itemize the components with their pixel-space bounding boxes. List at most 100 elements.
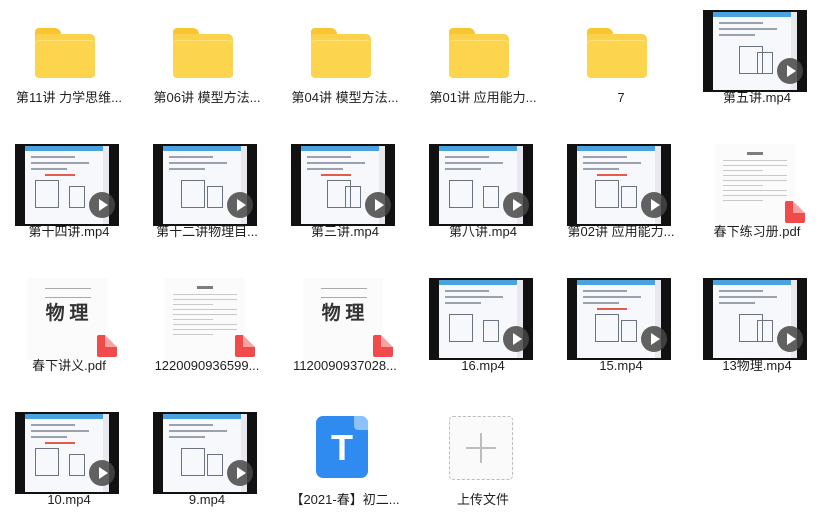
file-name: 上传文件 xyxy=(456,492,509,507)
folder-icon xyxy=(173,28,233,78)
file-item[interactable]: 物 理 1120090937028... xyxy=(276,268,414,398)
thumbnail-text-line xyxy=(307,162,365,164)
file-item[interactable]: 10.mp4 xyxy=(0,402,138,532)
video-play-icon[interactable] xyxy=(777,58,803,84)
file-item[interactable]: 第06讲 模型方法... xyxy=(138,0,276,130)
text-doc-icon: T xyxy=(316,416,368,478)
folder-icon xyxy=(587,28,647,78)
file-name: 1220090936599... xyxy=(154,358,260,373)
video-play-icon[interactable] xyxy=(641,192,667,218)
file-item[interactable]: 16.mp4 xyxy=(414,268,552,398)
thumbnail-header-bar xyxy=(439,146,523,151)
upload-box[interactable] xyxy=(449,416,513,480)
video-play-icon[interactable] xyxy=(503,192,529,218)
video-play-icon[interactable] xyxy=(777,326,803,352)
pdf-text-line xyxy=(723,180,787,181)
video-play-icon[interactable] xyxy=(503,326,529,352)
pdf-text-line xyxy=(173,294,237,295)
thumbnail-text-line xyxy=(307,168,343,170)
folder-front xyxy=(173,40,233,78)
pdf-text-line xyxy=(173,309,237,310)
pdf-page-preview xyxy=(715,144,795,226)
file-item[interactable]: 9.mp4 xyxy=(138,402,276,532)
pdf-page-heading xyxy=(197,286,213,289)
pdf-text-line xyxy=(173,329,237,330)
pdf-thumbnail xyxy=(703,144,807,226)
pdf-text-line xyxy=(723,175,787,176)
pdf-text-line xyxy=(723,200,763,201)
thumbnail-diagram xyxy=(181,448,205,476)
file-item[interactable]: 7 xyxy=(552,0,690,130)
pdf-icon xyxy=(235,335,255,357)
pdf-icon xyxy=(785,201,805,223)
thumbnail-highlight xyxy=(597,174,627,176)
folder-front xyxy=(35,40,95,78)
thumbnail-text-line xyxy=(583,156,627,158)
video-play-icon[interactable] xyxy=(641,326,667,352)
file-item[interactable]: 第04讲 模型方法... xyxy=(276,0,414,130)
file-name: 第06讲 模型方法... xyxy=(153,90,261,105)
pdf-text-line xyxy=(723,195,787,196)
file-item[interactable]: 第十二讲物理目... xyxy=(138,134,276,264)
file-name: 1120090937028... xyxy=(293,358,397,373)
pdf-text-line xyxy=(723,190,787,191)
file-name: 10.mp4 xyxy=(47,492,91,507)
video-thumbnail xyxy=(703,10,807,92)
thumbnail-text-line xyxy=(719,296,777,298)
file-item[interactable]: 春下练习册.pdf xyxy=(688,134,824,264)
thumbnail-highlight xyxy=(597,308,627,310)
thumbnail-diagram xyxy=(207,454,223,476)
file-thumbnail xyxy=(429,412,533,494)
file-item[interactable]: 第三讲.mp4 xyxy=(276,134,414,264)
plus-icon-vertical xyxy=(480,433,482,463)
pdf-text-line xyxy=(723,170,763,171)
file-thumbnail xyxy=(291,10,395,92)
thumbnail-diagram xyxy=(207,186,223,208)
file-thumbnail xyxy=(703,278,807,360)
pdf-cover-grid xyxy=(321,288,367,298)
file-item[interactable]: 第五讲.mp4 xyxy=(688,0,824,130)
pdf-thumbnail xyxy=(153,278,257,360)
pdf-text-line xyxy=(723,160,787,161)
video-thumbnail xyxy=(567,278,671,360)
file-item[interactable]: 1220090936599... xyxy=(138,268,276,398)
file-item[interactable]: T 【2021-春】初二... xyxy=(276,402,414,532)
pdf-thumbnail: 物 理 xyxy=(291,278,395,360)
video-play-icon[interactable] xyxy=(227,460,253,486)
file-item[interactable]: 第11讲 力学思维... xyxy=(0,0,138,130)
file-item[interactable]: 15.mp4 xyxy=(552,268,690,398)
thumbnail-text-line xyxy=(583,162,641,164)
upload-file-button[interactable]: 上传文件 xyxy=(414,402,552,532)
folder-icon xyxy=(311,28,371,78)
thumbnail-diagram xyxy=(595,314,619,342)
pdf-page-preview: 物 理 xyxy=(27,278,107,360)
file-name: 7 xyxy=(617,90,625,105)
thumbnail-header-bar xyxy=(163,414,247,419)
video-thumbnail xyxy=(15,412,119,494)
video-play-icon[interactable] xyxy=(365,192,391,218)
video-play-icon[interactable] xyxy=(227,192,253,218)
file-item[interactable]: 第01讲 应用能力... xyxy=(414,0,552,130)
thumbnail-header-bar xyxy=(163,146,247,151)
video-play-icon[interactable] xyxy=(89,460,115,486)
thumbnail-highlight xyxy=(321,174,351,176)
file-name: 16.mp4 xyxy=(461,358,505,373)
file-item[interactable]: 物 理春下讲义.pdf xyxy=(0,268,138,398)
thumbnail-header-bar xyxy=(25,146,109,151)
file-name: 第八讲.mp4 xyxy=(449,224,517,239)
file-item[interactable]: 第02讲 应用能力... xyxy=(552,134,690,264)
video-play-icon[interactable] xyxy=(89,192,115,218)
thumbnail-text-line xyxy=(719,290,763,292)
video-thumbnail xyxy=(291,144,395,226)
thumbnail-text-line xyxy=(31,168,67,170)
file-item[interactable]: 第十四讲.mp4 xyxy=(0,134,138,264)
thumbnail-diagram xyxy=(621,186,637,208)
thumbnail-diagram xyxy=(757,320,773,342)
thumbnail-text-line xyxy=(445,162,503,164)
file-thumbnail xyxy=(153,278,257,360)
folder-icon xyxy=(35,28,95,78)
file-thumbnail xyxy=(567,278,671,360)
thumbnail-diagram xyxy=(595,180,619,208)
file-item[interactable]: 第八讲.mp4 xyxy=(414,134,552,264)
file-item[interactable]: 13物理.mp4 xyxy=(688,268,824,398)
